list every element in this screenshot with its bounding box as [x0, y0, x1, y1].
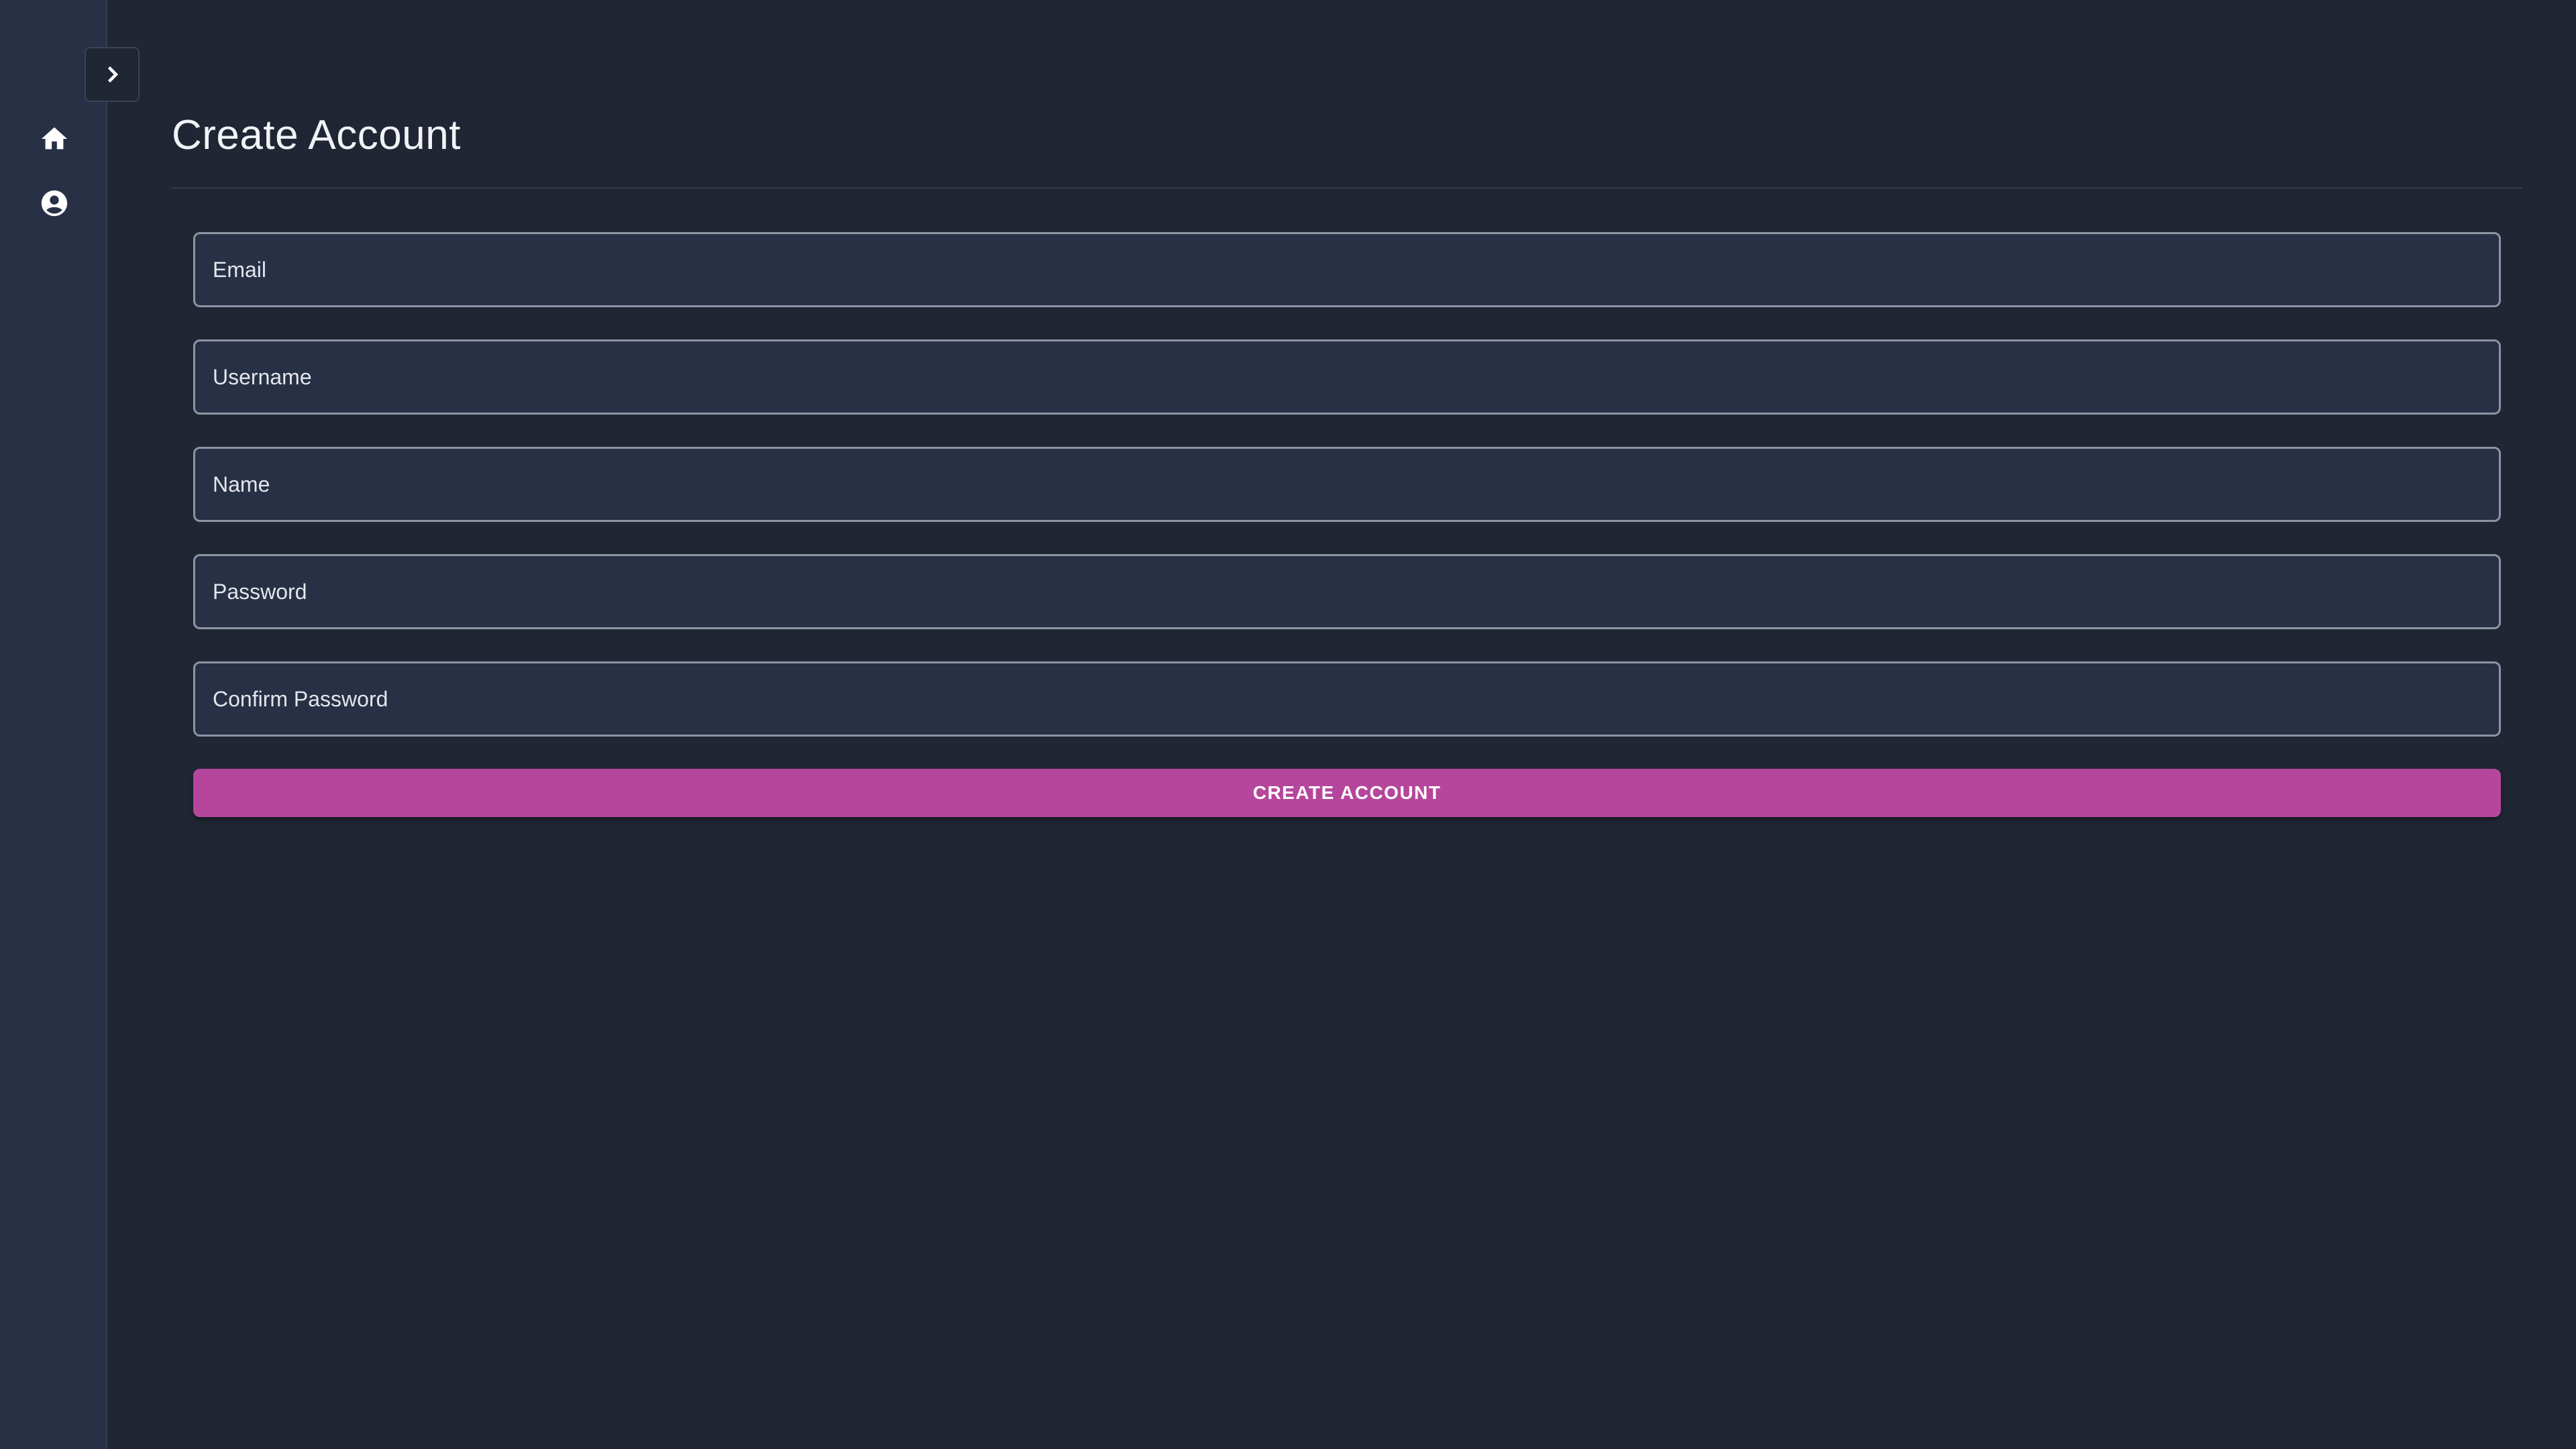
sidebar-toggle-button[interactable] — [85, 47, 140, 102]
sidebar — [0, 0, 107, 1449]
home-icon — [41, 127, 68, 150]
create-account-button[interactable]: CREATE ACCOUNT — [193, 769, 2501, 817]
chevron-right-icon — [107, 66, 119, 83]
password-field[interactable] — [193, 554, 2501, 629]
create-account-form: CREATE ACCOUNT — [193, 232, 2501, 817]
account-circle-icon — [41, 190, 68, 217]
sidebar-item-home[interactable] — [36, 121, 72, 157]
username-field[interactable] — [193, 339, 2501, 415]
title-divider — [172, 187, 2522, 189]
confirm-password-field[interactable] — [193, 661, 2501, 737]
email-field[interactable] — [193, 232, 2501, 307]
name-field[interactable] — [193, 447, 2501, 522]
sidebar-item-account[interactable] — [36, 185, 72, 221]
page-title: Create Account — [172, 112, 461, 158]
